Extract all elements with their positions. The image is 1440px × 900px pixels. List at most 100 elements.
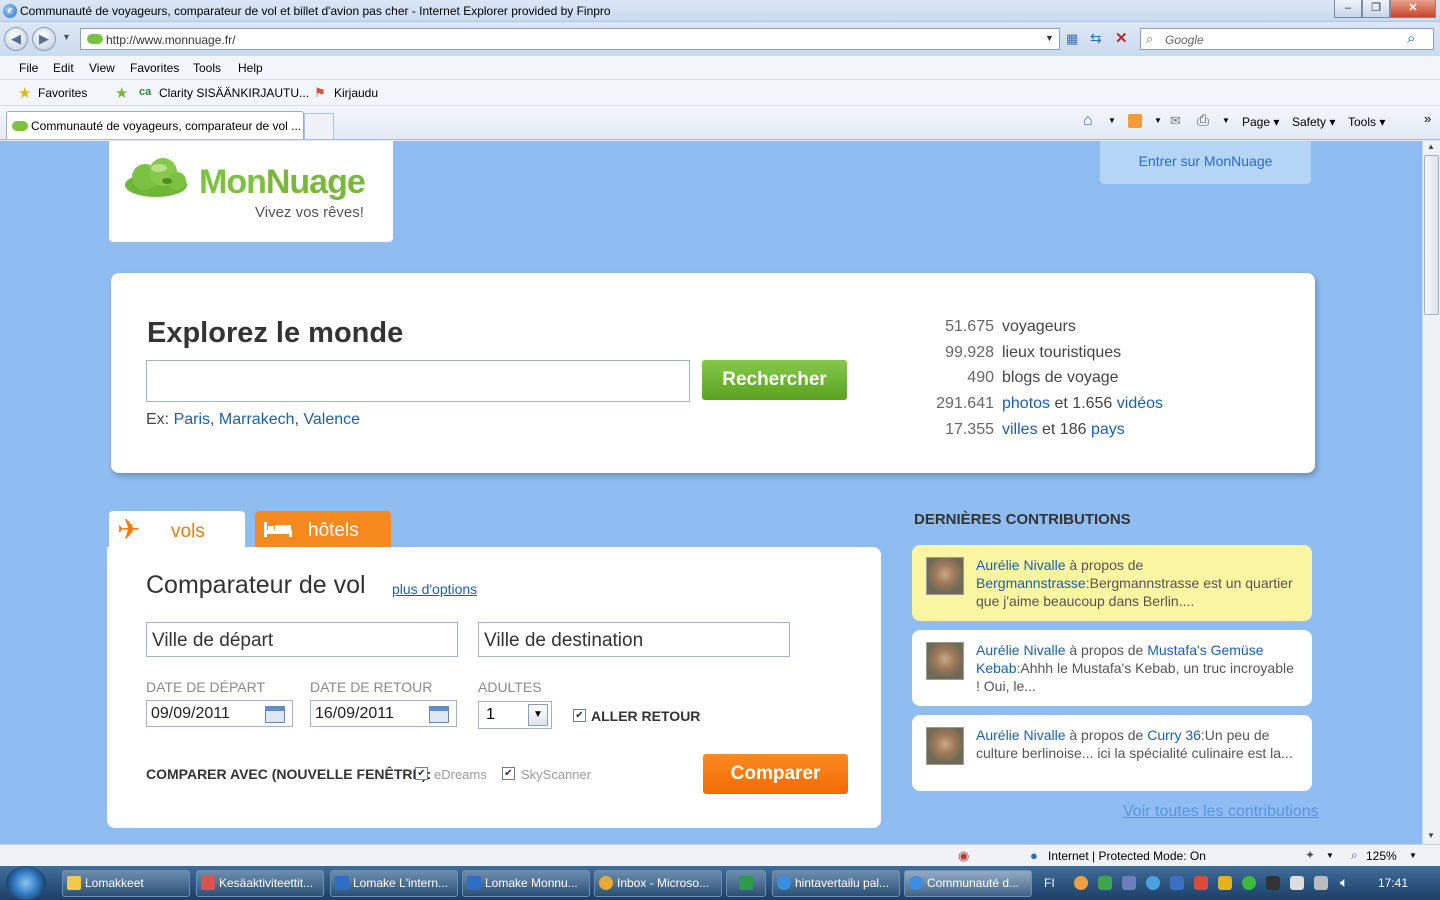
menu-edit[interactable]: Edit — [53, 61, 74, 75]
see-all-contributions-link[interactable]: Voir toutes les contributions — [1123, 803, 1319, 821]
volume-icon[interactable]: 🔈︎ — [1340, 874, 1348, 891]
back-button[interactable]: ◀ — [4, 27, 28, 51]
protected-mode-icon[interactable]: ✦ — [1305, 848, 1315, 862]
menu-file[interactable]: File — [19, 61, 38, 75]
print-icon[interactable]: ⎙ — [1197, 112, 1209, 129]
contribution-item[interactable]: Aurélie Nivalle à propos de Curry 36:Un … — [912, 715, 1312, 791]
tray-app-icon[interactable] — [1122, 876, 1136, 890]
add-favorite-icon[interactable]: ★ — [115, 84, 128, 102]
close-button[interactable]: ✕ — [1390, 0, 1436, 18]
explore-search-input[interactable] — [146, 360, 690, 402]
calendar-icon[interactable] — [429, 706, 449, 723]
new-tab-button[interactable] — [304, 113, 334, 139]
example-marrakech[interactable]: Marrakech — [219, 411, 295, 428]
scroll-up-icon[interactable]: ▲ — [1427, 142, 1435, 151]
tab-hotels[interactable]: hôtels — [255, 511, 391, 547]
page-scrollbar[interactable]: ▲ ▼ — [1422, 141, 1440, 844]
home-dropdown-icon[interactable]: ▼ — [1108, 116, 1116, 125]
round-trip-checkbox[interactable]: ✔ — [573, 709, 586, 722]
skyscanner-checkbox[interactable]: ✔ — [502, 767, 515, 780]
taskbar-item-active[interactable]: Communauté d... — [904, 870, 1032, 897]
clock[interactable]: 17:41 — [1378, 876, 1408, 890]
protected-dropdown-icon[interactable]: ▼ — [1326, 851, 1334, 860]
edreams-checkbox[interactable]: ✔ — [415, 767, 428, 780]
favorite-clarity[interactable]: Clarity SISÄÄNKIRJAUTU... — [159, 86, 309, 100]
feeds-dropdown-icon[interactable]: ▼ — [1154, 116, 1162, 125]
more-options-link[interactable]: plus d'options — [392, 581, 477, 597]
network-icon[interactable] — [1314, 876, 1328, 890]
taskbar-item[interactable] — [726, 870, 766, 897]
menu-tools[interactable]: Tools — [193, 61, 221, 75]
return-date-input[interactable]: 16/09/2011 — [310, 700, 457, 727]
destination-city-input[interactable]: Ville de destination — [478, 622, 790, 657]
taskbar-item[interactable]: Lomake L'intern... — [330, 870, 458, 897]
tray-app-icon[interactable] — [1074, 876, 1088, 890]
search-button[interactable]: Rechercher — [702, 360, 847, 400]
favorite-kirjaudu[interactable]: Kirjaudu — [334, 86, 378, 100]
contribution-author[interactable]: Aurélie Nivalle — [976, 642, 1065, 658]
print-dropdown-icon[interactable]: ▼ — [1222, 116, 1230, 125]
taskbar-item[interactable]: Kesäaktiviteettit... — [196, 870, 324, 897]
privacy-icon[interactable]: ◉ — [958, 848, 969, 864]
browser-tab-active[interactable]: Communauté de voyageurs, comparateur de … — [6, 111, 304, 139]
contribution-item[interactable]: Aurélie Nivalle à propos de Bergmannstra… — [912, 545, 1312, 621]
site-logo[interactable]: MonNuage Vivez vos rêves! — [109, 141, 393, 242]
safety-menu[interactable]: Safety ▾ — [1292, 115, 1335, 129]
tray-app-icon[interactable] — [1266, 876, 1280, 890]
stat-link[interactable]: voyageurs — [1002, 318, 1076, 336]
avatar[interactable] — [926, 642, 964, 680]
zoom-level[interactable]: 125% — [1366, 849, 1397, 863]
language-indicator[interactable]: FI — [1044, 876, 1055, 890]
minimize-button[interactable]: – — [1334, 0, 1362, 18]
example-paris[interactable]: Paris — [174, 411, 210, 428]
stat-link[interactable]: lieux touristiques — [1002, 344, 1121, 362]
home-icon[interactable]: ⌂ — [1083, 112, 1093, 130]
stat-link-countries[interactable]: pays — [1091, 421, 1125, 438]
mail-icon[interactable]: ✉ — [1170, 113, 1181, 129]
taskbar-item[interactable]: Lomake Monnu... — [462, 870, 590, 897]
contribution-author[interactable]: Aurélie Nivalle — [976, 727, 1065, 743]
tray-app-icon[interactable] — [1098, 876, 1112, 890]
feeds-icon[interactable] — [1128, 114, 1142, 128]
tray-app-icon[interactable] — [1218, 876, 1232, 890]
taskbar-item[interactable]: Inbox - Microso... — [594, 870, 722, 897]
tray-app-icon[interactable] — [1170, 876, 1184, 890]
address-dropdown-icon[interactable]: ▼ — [1045, 33, 1054, 43]
contribution-place[interactable]: Bergmannstrasse — [976, 575, 1086, 591]
contribution-author[interactable]: Aurélie Nivalle — [976, 557, 1065, 573]
tab-flights[interactable]: ✈ vols — [109, 511, 245, 551]
menu-view[interactable]: View — [89, 61, 115, 75]
stat-link-photos[interactable]: photos — [1002, 395, 1050, 412]
contribution-place[interactable]: Curry 36 — [1147, 727, 1201, 743]
calendar-icon[interactable] — [265, 706, 285, 723]
stat-link-videos[interactable]: vidéos — [1117, 395, 1163, 412]
tray-check-icon[interactable] — [1242, 876, 1256, 890]
page-menu[interactable]: Page ▾ — [1242, 115, 1279, 129]
scroll-down-icon[interactable]: ▼ — [1427, 831, 1435, 840]
tray-app-icon[interactable] — [1290, 876, 1304, 890]
tools-menu[interactable]: Tools ▾ — [1348, 115, 1385, 129]
avatar[interactable] — [926, 727, 964, 765]
departure-date-input[interactable]: 09/09/2011 — [146, 700, 293, 727]
history-dropdown-icon[interactable]: ▼ — [62, 32, 71, 42]
scrollbar-thumb[interactable] — [1424, 155, 1439, 315]
start-button[interactable] — [6, 866, 46, 900]
maximize-button[interactable]: ❐ — [1362, 0, 1390, 18]
search-box[interactable]: ⌕ Google ⌕ — [1140, 28, 1434, 50]
refresh-icon[interactable]: ⇆ — [1090, 30, 1102, 47]
menu-help[interactable]: Help — [238, 61, 263, 75]
compare-button[interactable]: Comparer — [703, 754, 848, 794]
departure-city-input[interactable]: Ville de départ — [146, 622, 458, 657]
contribution-item[interactable]: Aurélie Nivalle à propos de Mustafa's Ge… — [912, 630, 1312, 706]
search-icon[interactable]: ⌕ — [1407, 30, 1415, 47]
enter-site-link[interactable]: Entrer sur MonNuage — [1100, 141, 1311, 184]
avatar[interactable] — [926, 557, 964, 595]
taskbar-item[interactable]: hintavertailu pal... — [772, 870, 900, 897]
chevron-down-icon[interactable]: ▼ — [528, 704, 548, 726]
stat-link[interactable]: blogs de voyage — [1002, 369, 1119, 387]
example-valence[interactable]: Valence — [303, 411, 360, 428]
stat-link-cities[interactable]: villes — [1002, 421, 1038, 438]
menu-favorites[interactable]: Favorites — [130, 61, 179, 75]
address-bar[interactable]: http://www.monnuage.fr/ ▼ — [80, 28, 1060, 50]
favorites-button[interactable]: Favorites — [38, 86, 87, 100]
